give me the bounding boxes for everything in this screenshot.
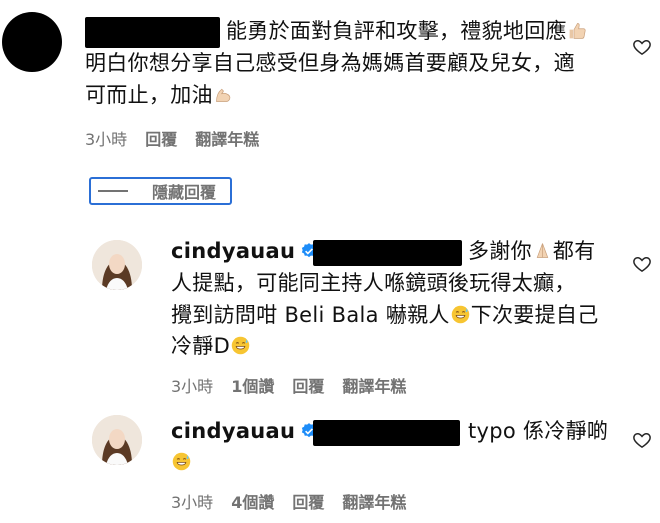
flexed-biceps-emoji-icon — [213, 84, 234, 105]
reply-time: 3小時 — [171, 493, 214, 512]
reply-button[interactable]: 回覆 — [145, 126, 177, 150]
comment-time: 3小時 — [85, 130, 128, 149]
hide-replies-button[interactable]: 隱藏回覆 — [89, 177, 232, 205]
grinning-sweat-emoji-icon — [230, 335, 251, 356]
translate-button[interactable]: 翻譯年糕 — [342, 373, 406, 397]
comment-text-line-3: 可而止，加油 — [85, 80, 234, 112]
grinning-sweat-emoji-icon — [450, 304, 471, 325]
redacted-mention — [313, 240, 462, 266]
reply-username[interactable]: cindyauau — [171, 239, 295, 263]
reply-text-line-2: 人提點，可能同主持人喺鏡頭後玩得太癲， — [171, 271, 576, 295]
comment-meta: 3小時 回覆 翻譯年糕 — [85, 126, 259, 150]
reply-text-line-3: 攪到訪問咁 Beli Bala 嚇親人 下次要提自己 — [171, 303, 599, 327]
likes-count-button[interactable]: 4個讚 — [231, 489, 274, 513]
reply-time: 3小時 — [171, 377, 214, 396]
reply-button[interactable]: 回覆 — [292, 373, 324, 397]
reply-text-line-1: 多謝你 都有 — [468, 239, 596, 263]
reply-avatar[interactable] — [92, 415, 142, 465]
thumbs-up-emoji-icon — [567, 20, 588, 41]
reply-text-line-1: typo 係冷靜啲 — [468, 419, 609, 443]
heart-icon[interactable] — [632, 254, 652, 274]
redacted-mention — [313, 420, 460, 446]
reply-header-line: cindyauau — [171, 236, 318, 268]
reply-button[interactable]: 回覆 — [292, 489, 324, 513]
likes-count-button[interactable]: 1個讚 — [231, 373, 274, 397]
comment-text-line-2: 明白你想分享自己感受但身為媽媽首要顧及兒女，適 — [85, 51, 575, 75]
folded-hands-emoji-icon — [532, 240, 553, 261]
reply-emoji-line — [171, 447, 192, 479]
heart-icon[interactable] — [632, 430, 652, 450]
heart-icon[interactable] — [632, 37, 652, 57]
grinning-sweat-emoji-icon — [171, 451, 192, 472]
commenter-avatar[interactable] — [2, 12, 62, 72]
hide-replies-label: 隱藏回覆 — [152, 183, 217, 202]
redacted-username — [85, 17, 220, 48]
translate-button[interactable]: 翻譯年糕 — [342, 489, 406, 513]
translate-button[interactable]: 翻譯年糕 — [195, 126, 259, 150]
reply-username[interactable]: cindyauau — [171, 419, 295, 443]
reply-meta: 3小時 4個讚 回覆 翻譯年糕 — [171, 489, 406, 513]
reply-meta: 3小時 1個讚 回覆 翻譯年糕 — [171, 373, 406, 397]
reply-header-line: cindyauau — [171, 416, 318, 448]
reply-text-line-4: 冷靜D — [171, 331, 251, 363]
comment-text-line-1: 能勇於面對負評和攻擊，禮貌地回應 — [226, 16, 588, 48]
reply-avatar[interactable] — [92, 240, 142, 290]
hide-replies-divider — [98, 190, 128, 192]
